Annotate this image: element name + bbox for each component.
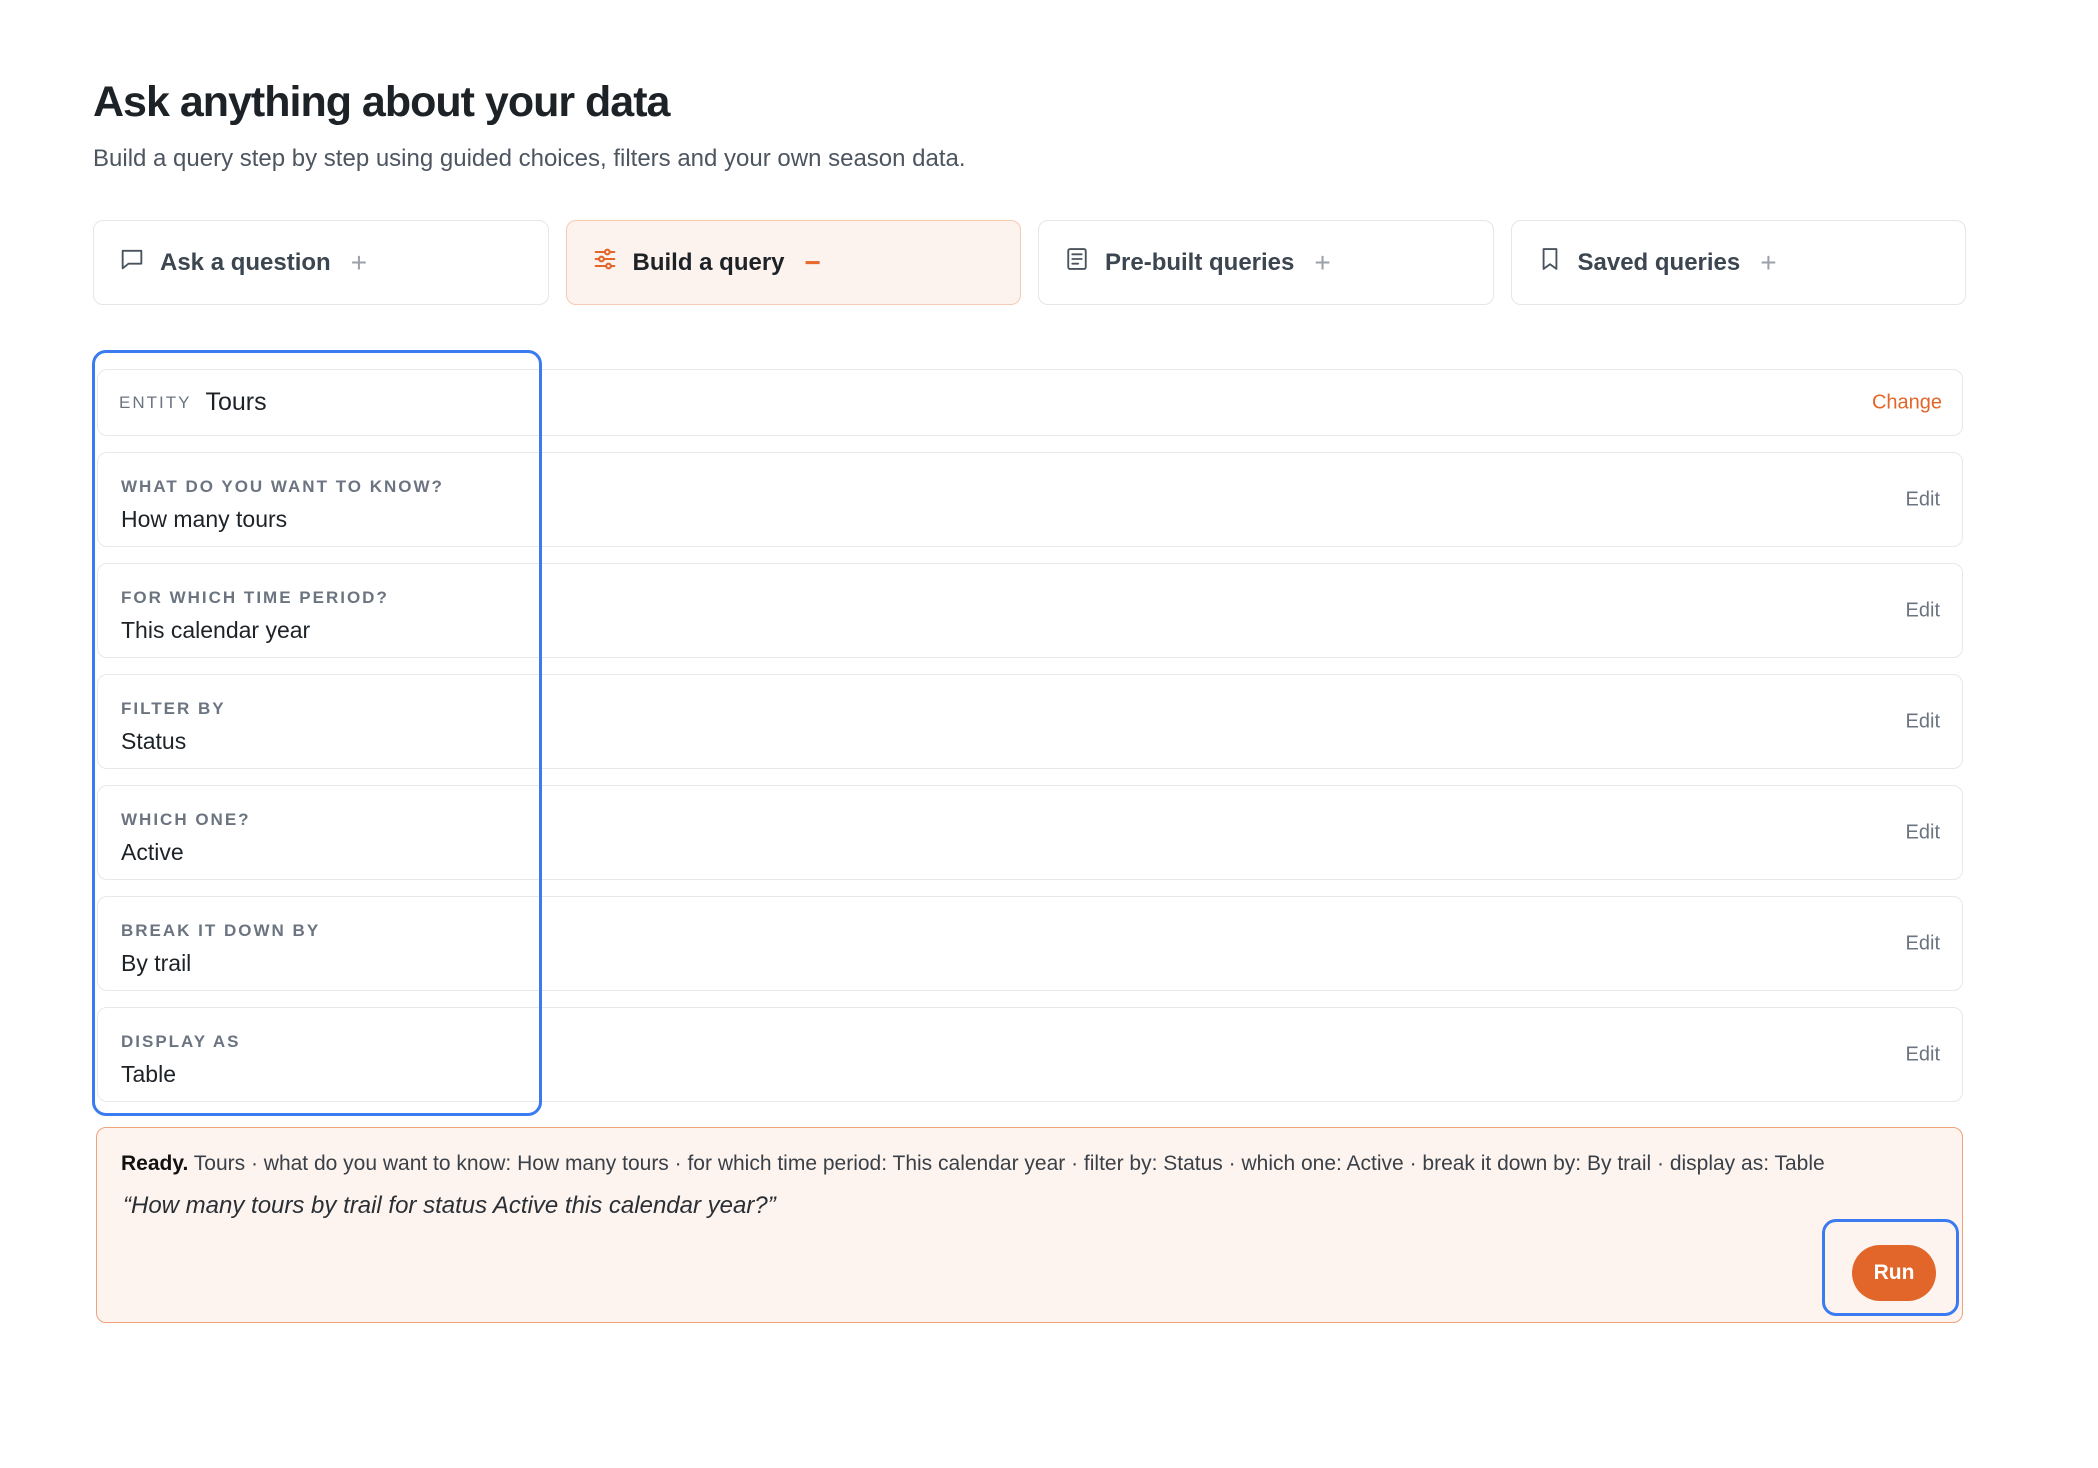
edit-link[interactable]: Edit	[1906, 1043, 1940, 1066]
step-label: Display as	[121, 1032, 241, 1051]
summary-text: Tours · what do you want to know: How ma…	[188, 1152, 1825, 1175]
expand-plus-icon: +	[1314, 246, 1331, 278]
run-button[interactable]: Run	[1852, 1245, 1936, 1301]
entity-value: Tours	[205, 388, 267, 416]
bookmark-icon	[1536, 245, 1564, 280]
step-filter-by[interactable]: Filter by Status Edit	[97, 674, 1963, 769]
change-entity-link[interactable]: Change	[1872, 391, 1942, 414]
expand-plus-icon: +	[1760, 246, 1777, 278]
tab-label: Ask a question	[160, 248, 331, 276]
tab-ask-a-question[interactable]: Ask a question +	[93, 220, 549, 305]
step-time-period[interactable]: For which time period? This calendar yea…	[97, 563, 1963, 658]
edit-link[interactable]: Edit	[1906, 488, 1940, 511]
step-what-to-know[interactable]: What do you want to know? How many tours…	[97, 452, 1963, 547]
step-break-down-by[interactable]: Break it down by By trail Edit	[97, 896, 1963, 991]
step-label: What do you want to know?	[121, 477, 444, 496]
step-value: Table	[121, 1061, 176, 1087]
collapse-minus-icon: −	[804, 246, 821, 278]
step-which-one[interactable]: Which one? Active Edit	[97, 785, 1963, 880]
step-value: This calendar year	[121, 617, 311, 643]
edit-link[interactable]: Edit	[1906, 599, 1940, 622]
tab-build-a-query[interactable]: Build a query −	[565, 220, 1021, 305]
tab-label: Saved queries	[1577, 248, 1741, 276]
tab-saved-queries[interactable]: Saved queries +	[1510, 220, 1966, 305]
query-summary-panel: Ready. Tours · what do you want to know:…	[96, 1127, 1963, 1323]
natural-language-question: “How many tours by trail for status Acti…	[123, 1192, 776, 1219]
sliders-icon	[591, 245, 619, 280]
tab-label: Pre-built queries	[1105, 248, 1295, 276]
edit-link[interactable]: Edit	[1906, 710, 1940, 733]
chat-bubble-icon	[118, 245, 146, 280]
step-value: Status	[121, 728, 187, 754]
step-value: How many tours	[121, 506, 288, 532]
ready-status: Ready.	[121, 1152, 189, 1175]
mode-tabs: Ask a question + Build a query − Pre-bui…	[93, 220, 1966, 305]
step-label: Filter by	[121, 699, 226, 718]
expand-plus-icon: +	[350, 246, 368, 278]
tab-pre-built-queries[interactable]: Pre-built queries +	[1038, 220, 1494, 305]
entity-label: ENTITY	[119, 392, 192, 412]
step-value: By trail	[121, 950, 192, 976]
entity-row: ENTITY Tours Change	[97, 369, 1963, 436]
summary-line: Ready. Tours · what do you want to know:…	[121, 1152, 1825, 1176]
page-subtitle: Build a query step by step using guided …	[93, 145, 966, 172]
step-value: Active	[121, 839, 184, 865]
step-label: Which one?	[121, 810, 251, 829]
document-icon	[1063, 245, 1091, 280]
step-label: For which time period?	[121, 588, 389, 607]
step-label: Break it down by	[121, 921, 321, 940]
edit-link[interactable]: Edit	[1906, 932, 1940, 955]
edit-link[interactable]: Edit	[1906, 821, 1940, 844]
tab-label: Build a query	[632, 248, 785, 276]
query-builder-steps: ENTITY Tours Change What do you want to …	[97, 369, 1963, 1102]
step-display-as[interactable]: Display as Table Edit	[97, 1007, 1963, 1102]
page-title: Ask anything about your data	[93, 78, 670, 126]
